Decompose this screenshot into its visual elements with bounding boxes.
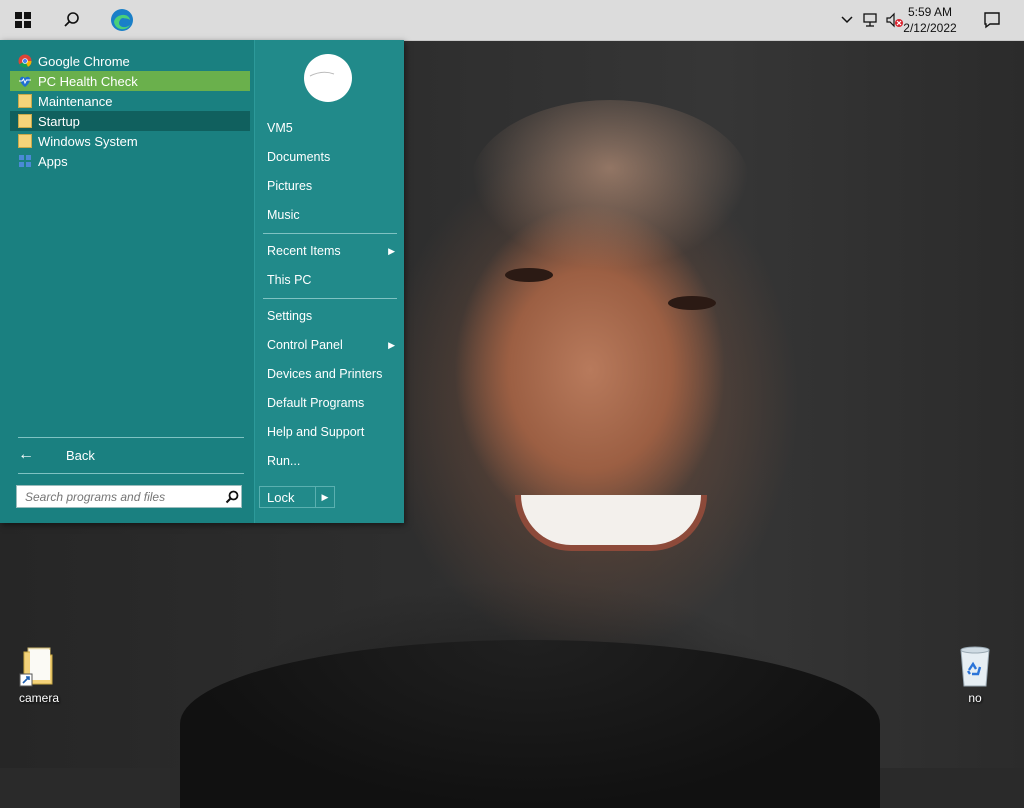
place-control-panel[interactable]: Control Panel ▶ bbox=[267, 334, 397, 356]
place-label: Settings bbox=[267, 309, 313, 323]
place-devices-and-printers[interactable]: Devices and Printers bbox=[267, 363, 397, 385]
windows-logo-icon bbox=[15, 12, 31, 28]
clock-date: 2/12/2022 bbox=[903, 21, 957, 35]
wallpaper-detail bbox=[180, 640, 880, 808]
notification-icon bbox=[984, 12, 1000, 29]
divider bbox=[18, 473, 244, 474]
program-apps[interactable]: Apps bbox=[10, 151, 250, 171]
place-label: Control Panel bbox=[267, 338, 343, 352]
wallpaper-detail bbox=[505, 268, 553, 282]
desktop-icon-recycle-bin[interactable]: no bbox=[940, 644, 1010, 705]
chrome-icon bbox=[18, 54, 32, 68]
place-this-pc[interactable]: This PC bbox=[267, 269, 397, 291]
desktop-icon-label: no bbox=[968, 691, 982, 705]
power-options-button[interactable]: ▶ bbox=[315, 487, 334, 507]
program-label: Apps bbox=[38, 153, 68, 169]
place-music[interactable]: Music bbox=[267, 204, 397, 226]
chevron-right-icon: ▶ bbox=[388, 245, 395, 256]
program-label: Maintenance bbox=[38, 93, 113, 109]
lock-button-group: Lock ▶ bbox=[259, 486, 335, 508]
place-label: Devices and Printers bbox=[267, 367, 383, 381]
back-label: Back bbox=[66, 447, 95, 463]
place-label: This PC bbox=[267, 273, 312, 287]
place-label: Pictures bbox=[267, 179, 313, 193]
start-button[interactable] bbox=[7, 4, 39, 36]
taskbar: 5:59 AM 2/12/2022 bbox=[0, 0, 1024, 41]
place-label: Recent Items bbox=[267, 244, 341, 258]
place-label: VM5 bbox=[267, 121, 293, 135]
taskbar-clock[interactable]: 5:59 AM 2/12/2022 bbox=[894, 4, 966, 36]
recycle-bin-icon bbox=[960, 646, 990, 687]
pc-health-check-icon bbox=[19, 76, 31, 87]
start-menu-programs-pane: Google Chrome PC Health Check Maintenanc… bbox=[0, 40, 254, 523]
place-label: Documents bbox=[267, 150, 331, 164]
start-search-box[interactable] bbox=[16, 485, 242, 508]
program-label: PC Health Check bbox=[38, 73, 138, 89]
search-input[interactable] bbox=[23, 488, 223, 505]
search-icon bbox=[64, 12, 79, 27]
place-run[interactable]: Run... bbox=[267, 450, 397, 472]
wallpaper-detail bbox=[668, 296, 716, 310]
folder-icon bbox=[18, 114, 32, 128]
lock-button[interactable]: Lock bbox=[260, 490, 315, 505]
apps-icon bbox=[19, 155, 31, 167]
user-avatar[interactable] bbox=[304, 54, 352, 102]
place-settings[interactable]: Settings bbox=[267, 305, 397, 327]
arrow-left-icon: ← bbox=[18, 446, 34, 463]
action-center-button[interactable] bbox=[976, 4, 1008, 36]
wallpaper-detail bbox=[515, 495, 707, 551]
place-vm5[interactable]: VM5 bbox=[267, 117, 397, 139]
place-pictures[interactable]: Pictures bbox=[267, 175, 397, 197]
chevron-up-icon bbox=[841, 16, 853, 24]
chevron-right-icon: ▶ bbox=[388, 339, 395, 350]
user-avatar-icon bbox=[309, 71, 335, 77]
folder-shortcut-icon bbox=[19, 647, 53, 687]
program-google-chrome[interactable]: Google Chrome bbox=[10, 51, 250, 71]
folder-icon bbox=[18, 94, 32, 108]
desktop-icon-camera[interactable]: camera bbox=[4, 644, 74, 705]
wallpaper-highlight bbox=[470, 100, 750, 270]
network-icon bbox=[863, 13, 877, 27]
place-recent-items[interactable]: Recent Items ▶ bbox=[267, 240, 397, 262]
divider bbox=[18, 437, 244, 438]
back-button[interactable]: ← Back bbox=[18, 444, 238, 466]
start-menu-places-pane: VM5 Documents Pictures Music Recent Item… bbox=[254, 40, 404, 523]
program-label: Windows System bbox=[38, 133, 138, 149]
clock-time: 5:59 AM bbox=[907, 5, 953, 19]
place-label: Music bbox=[267, 208, 300, 222]
program-startup[interactable]: Startup bbox=[10, 111, 250, 131]
place-label: Default Programs bbox=[267, 396, 365, 410]
chevron-right-icon: ▶ bbox=[321, 491, 329, 502]
network-tray-button[interactable] bbox=[862, 12, 880, 28]
folder-icon bbox=[18, 134, 32, 148]
program-pc-health-check[interactable]: PC Health Check bbox=[10, 71, 250, 91]
search-submit-button[interactable] bbox=[223, 488, 241, 506]
place-label: Run... bbox=[267, 454, 301, 468]
program-label: Google Chrome bbox=[38, 53, 130, 69]
show-hidden-icons-button[interactable] bbox=[840, 12, 858, 28]
divider bbox=[263, 233, 397, 234]
divider bbox=[263, 298, 397, 299]
program-windows-system[interactable]: Windows System bbox=[10, 131, 250, 151]
desktop-icon-label: camera bbox=[18, 691, 59, 705]
place-help-and-support[interactable]: Help and Support bbox=[267, 421, 397, 443]
place-default-programs[interactable]: Default Programs bbox=[267, 392, 397, 414]
edge-icon bbox=[111, 9, 133, 31]
start-menu: Google Chrome PC Health Check Maintenanc… bbox=[0, 40, 404, 523]
place-documents[interactable]: Documents bbox=[267, 146, 397, 168]
edge-taskbar-button[interactable] bbox=[106, 4, 138, 36]
program-label: Startup bbox=[38, 113, 80, 129]
search-button[interactable] bbox=[56, 4, 88, 36]
program-maintenance[interactable]: Maintenance bbox=[10, 91, 250, 111]
place-label: Help and Support bbox=[267, 425, 365, 439]
search-icon bbox=[225, 490, 239, 503]
